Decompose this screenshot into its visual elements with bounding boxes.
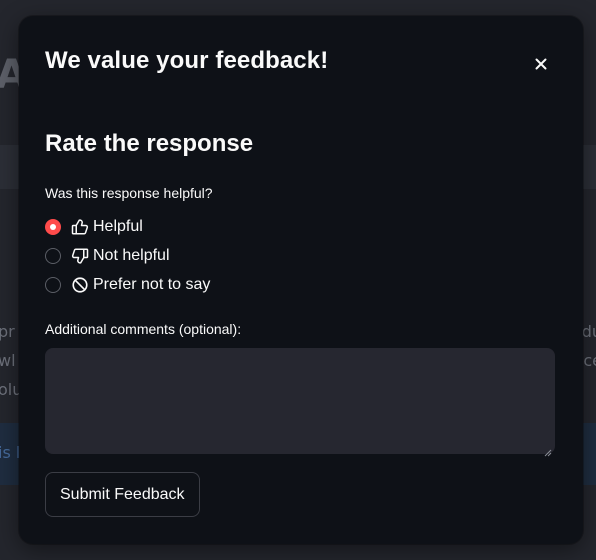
thumbs-down-icon — [71, 247, 89, 265]
radio-option-not-helpful[interactable]: Not helpful — [45, 244, 170, 268]
thumbs-up-icon — [71, 218, 89, 236]
background-text-line: ce — [583, 351, 596, 370]
background-text-line: pr — [0, 322, 15, 341]
background-text-line: wl — [0, 351, 16, 370]
resize-handle-icon[interactable] — [544, 442, 552, 457]
close-icon — [535, 55, 547, 74]
background-text-line: du — [581, 322, 596, 341]
dialog-title: We value your feedback! — [45, 47, 329, 74]
background-info-text: is l — [0, 443, 21, 462]
comments-label: Additional comments (optional): — [45, 321, 242, 337]
radio-label: Helpful — [93, 218, 143, 235]
radio-label: Prefer not to say — [93, 276, 211, 293]
radio-button-checked[interactable] — [45, 219, 61, 235]
radio-button[interactable] — [45, 248, 61, 264]
radio-option-prefer-not-to-say[interactable]: Prefer not to say — [45, 273, 210, 297]
section-heading: Rate the response — [45, 130, 254, 157]
close-button[interactable] — [527, 51, 555, 77]
radio-option-helpful[interactable]: Helpful — [45, 215, 143, 239]
feedback-dialog: We value your feedback! Rate the respons… — [19, 16, 583, 544]
comments-textarea[interactable] — [45, 348, 555, 454]
prohibited-icon — [71, 276, 89, 294]
radio-button[interactable] — [45, 277, 61, 293]
submit-feedback-button[interactable]: Submit Feedback — [45, 472, 200, 517]
question-label: Was this response helpful? — [45, 185, 213, 201]
radio-label: Not helpful — [93, 247, 170, 264]
